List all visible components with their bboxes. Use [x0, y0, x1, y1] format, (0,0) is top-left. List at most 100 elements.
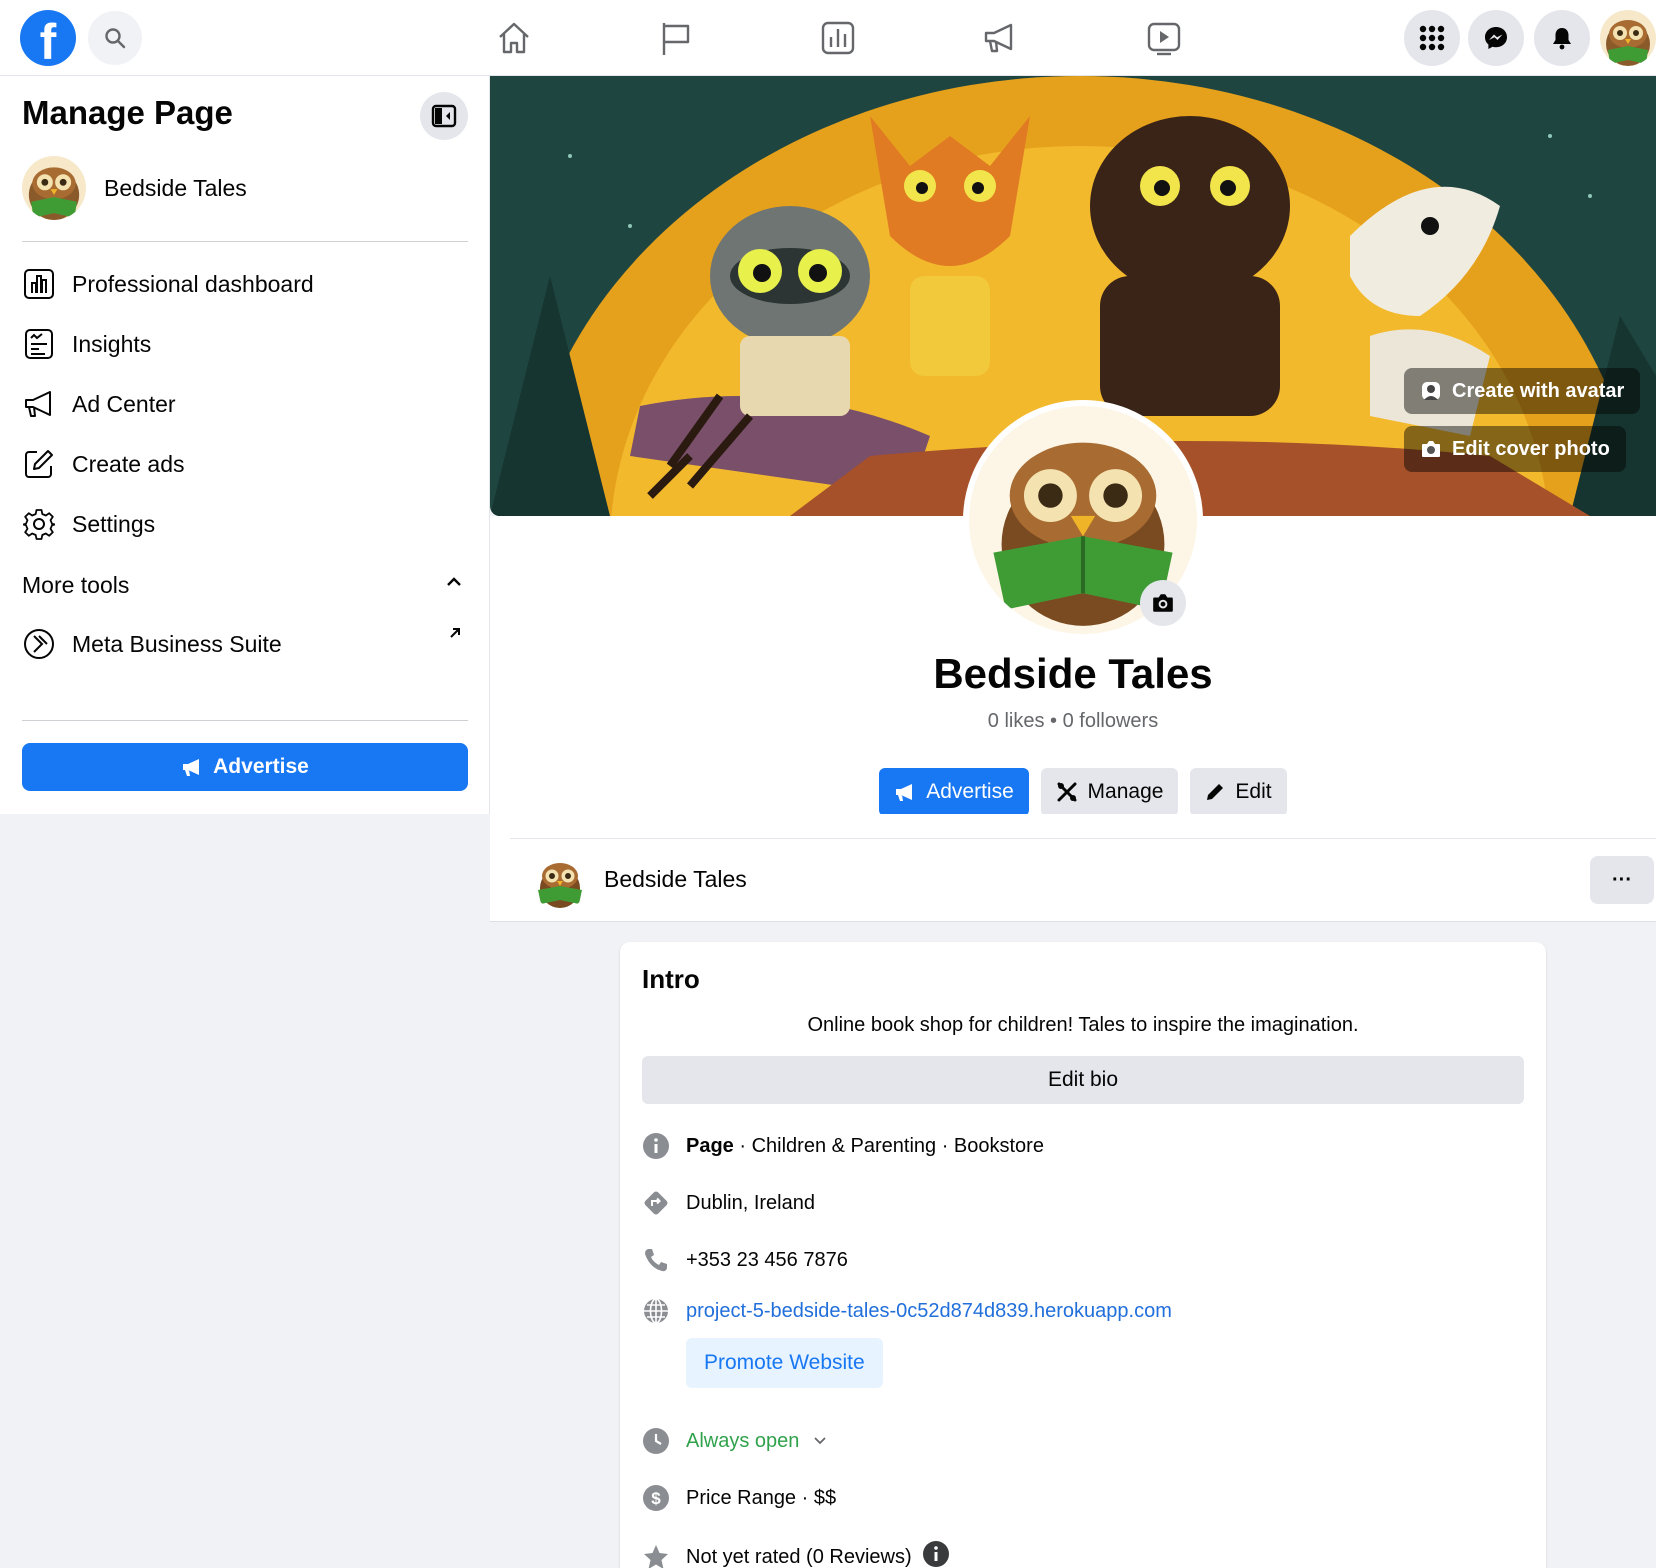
collapse-sidebar-button[interactable] — [420, 92, 468, 140]
page-stats: 0 likes • 0 followers — [987, 710, 1159, 732]
insights-icon — [821, 21, 855, 55]
location-label[interactable]: Dublin, Ireland — [686, 1192, 815, 1215]
intro-website-row: project-5-bedside-tales-0c52d874d839.her… — [642, 1297, 1172, 1325]
search-icon — [105, 28, 126, 49]
svg-text:$: $ — [651, 1489, 661, 1508]
website-link[interactable]: project-5-bedside-tales-0c52d874d839.her… — [686, 1300, 1172, 1323]
more-tools-heading[interactable]: More tools — [22, 572, 129, 599]
page-avatar-small[interactable] — [532, 854, 588, 910]
phone-label: +353 23 456 7876 — [686, 1248, 848, 1271]
chevron-down-icon — [813, 1430, 827, 1453]
top-navigation-bar: f — [0, 0, 1656, 76]
meta-business-suite-icon — [22, 627, 56, 661]
facebook-logo[interactable]: f — [20, 10, 76, 70]
intro-location-row: Dublin, Ireland — [642, 1189, 815, 1217]
sidebar-item-meta-business-suite[interactable]: Meta Business Suite — [22, 624, 282, 664]
sidebar-divider — [22, 241, 468, 242]
nav-home[interactable] — [492, 16, 536, 60]
intro-phone-row: +353 23 456 7876 — [642, 1246, 848, 1274]
price-label: Price Range · $$ — [686, 1486, 837, 1509]
gear-icon — [22, 507, 56, 541]
manage-button[interactable]: Manage — [1041, 768, 1178, 816]
page-title: Bedside Tales — [933, 650, 1213, 697]
nav-ad-center[interactable] — [978, 16, 1022, 60]
nav-video[interactable] — [1142, 16, 1186, 60]
intro-card: Intro Online book shop for children! Tal… — [620, 942, 1546, 1568]
promote-website-button[interactable]: Promote Website — [686, 1338, 883, 1388]
sidebar-item-label: Professional dashboard — [72, 270, 314, 297]
edit-icon — [22, 447, 56, 481]
sidebar-item-label: Meta Business Suite — [72, 630, 282, 657]
avatar-icon — [1422, 382, 1440, 400]
bell-icon — [1553, 28, 1571, 50]
dashboard-icon — [22, 267, 56, 301]
dollar-icon: $ — [642, 1484, 670, 1512]
sidebar-item-professional-dashboard[interactable]: Professional dashboard — [22, 264, 314, 304]
sidebar-page-name: Bedside Tales — [104, 174, 247, 201]
megaphone-icon — [183, 759, 200, 776]
advertise-label: Advertise — [213, 755, 309, 778]
sidebar-item-create-ads[interactable]: Create ads — [22, 444, 185, 484]
owl-avatar-icon — [532, 854, 588, 910]
intro-price-row: $ Price Range · $$ — [642, 1484, 836, 1512]
advertise-label: Advertise — [926, 780, 1014, 803]
camera-icon — [1153, 594, 1173, 612]
sidebar-divider — [22, 720, 468, 721]
intro-rating-row: Not yet rated (0 Reviews) — [642, 1540, 950, 1568]
tools-icon — [1057, 782, 1077, 802]
clock-icon — [642, 1427, 670, 1455]
sidebar-item-ad-center[interactable]: Ad Center — [22, 384, 176, 424]
menu-button[interactable] — [1404, 10, 1460, 66]
intro-bio: Online book shop for children! Tales to … — [807, 1014, 1359, 1036]
page-avatar — [22, 156, 86, 220]
page-name-strip: Bedside Tales ··· — [490, 814, 1656, 922]
sidebar-item-insights[interactable]: Insights — [22, 324, 151, 364]
intro-category-row: Page · Children & Parenting · Bookstore — [642, 1132, 1044, 1160]
more-options-button[interactable]: ··· — [1590, 856, 1654, 904]
owl-avatar-icon — [22, 156, 86, 220]
hours-label: Always open — [686, 1429, 800, 1452]
sidebar-item-label: Create ads — [72, 450, 185, 477]
update-profile-picture-button[interactable] — [1140, 580, 1186, 626]
rating-label: Not yet rated (0 Reviews) — [686, 1545, 912, 1568]
edit-label: Edit — [1235, 780, 1272, 803]
intro-hours-row[interactable]: Always open — [642, 1427, 827, 1455]
owl-avatar-icon — [1600, 10, 1656, 66]
sidebar-item-label: Insights — [72, 330, 152, 357]
messenger-button[interactable] — [1468, 10, 1524, 66]
sidebar-item-settings[interactable]: Settings — [22, 504, 155, 544]
edit-button[interactable]: Edit — [1190, 768, 1287, 816]
account-avatar[interactable] — [1600, 10, 1656, 66]
strip-page-name[interactable]: Bedside Tales — [604, 866, 747, 893]
advertise-button[interactable]: Advertise — [879, 768, 1029, 816]
create-with-avatar-button[interactable]: Create with avatar — [1404, 368, 1641, 414]
megaphone-icon — [984, 23, 1013, 53]
more-dots-icon: ··· — [1612, 868, 1632, 891]
globe-icon — [642, 1297, 670, 1325]
create-with-avatar-label: Create with avatar — [1452, 379, 1625, 402]
edit-cover-photo-button[interactable]: Edit cover photo — [1404, 426, 1626, 472]
rating-info-icon[interactable] — [922, 1540, 950, 1568]
sidebar-title: Manage Page — [22, 94, 233, 131]
sidebar-advertise-button[interactable]: Advertise — [22, 743, 468, 791]
search-button[interactable] — [88, 11, 142, 65]
insights-icon — [22, 327, 56, 361]
facebook-logo-letter: f — [39, 14, 57, 70]
menu-grid-icon — [1419, 25, 1445, 51]
flag-icon — [662, 23, 690, 55]
pencil-icon — [1207, 784, 1224, 800]
category-page-label: Page — [686, 1134, 734, 1157]
chevron-up-icon[interactable] — [446, 574, 462, 595]
home-icon — [499, 22, 529, 54]
megaphone-icon — [896, 784, 913, 801]
megaphone-icon — [22, 387, 56, 421]
notifications-button[interactable] — [1534, 10, 1590, 66]
edit-cover-photo-label: Edit cover photo — [1452, 437, 1610, 460]
edit-bio-button[interactable]: Edit bio — [642, 1056, 1524, 1104]
nav-insights[interactable] — [816, 16, 860, 60]
nav-pages[interactable] — [654, 16, 698, 60]
sidebar-page-profile[interactable]: Bedside Tales — [22, 156, 247, 220]
collapse-panel-icon — [431, 104, 457, 128]
sidebar-item-label: Settings — [72, 510, 156, 537]
directions-icon — [642, 1189, 670, 1217]
